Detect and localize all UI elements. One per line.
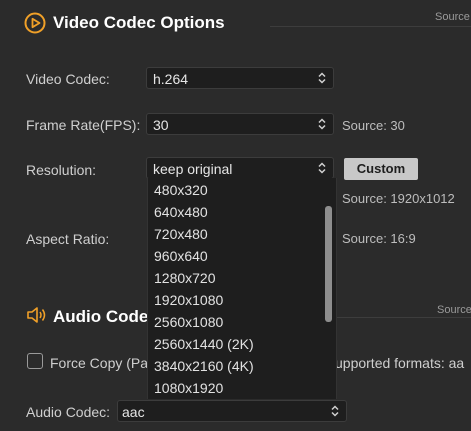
resolution-value: keep original: [153, 161, 233, 177]
frame-rate-source: Source: 30: [342, 118, 405, 133]
play-circle-icon: [24, 12, 46, 34]
resolution-option[interactable]: 2560x1440 (2K): [154, 336, 254, 352]
frame-rate-select[interactable]: 30: [146, 113, 334, 135]
frame-rate-value: 30: [153, 117, 169, 133]
resolution-label: Resolution:: [26, 162, 97, 178]
frame-rate-label: Frame Rate(FPS):: [26, 117, 141, 133]
audio-codec-value: aac: [122, 404, 145, 420]
updown-chevron-icon: [331, 405, 339, 417]
force-copy-label: Force Copy (Pa: [50, 355, 149, 371]
audio-codec-select[interactable]: aac: [117, 400, 347, 422]
video-source-tag: Source: [435, 11, 470, 23]
aspect-ratio-source: Source: 16:9: [342, 231, 416, 246]
dropdown-scrollbar[interactable]: [325, 206, 332, 322]
resolution-option[interactable]: 1080x1920: [154, 380, 223, 396]
audio-section-divider: [337, 317, 471, 318]
updown-chevron-icon: [318, 72, 326, 84]
speaker-icon: [27, 307, 46, 323]
updown-chevron-icon: [318, 162, 326, 174]
resolution-option[interactable]: 640x480: [154, 204, 208, 220]
resolution-option[interactable]: 720x480: [154, 226, 208, 242]
video-section-title: Video Codec Options: [53, 13, 225, 32]
resolution-option[interactable]: 1280x720: [154, 270, 216, 286]
audio-source-tag: Source: [437, 304, 471, 316]
updown-chevron-icon: [318, 118, 326, 130]
audio-section-title: Audio Codec: [53, 307, 158, 326]
custom-button[interactable]: Custom: [344, 158, 418, 180]
video-codec-value: h.264: [153, 71, 189, 87]
force-copy-checkbox[interactable]: [27, 353, 43, 369]
video-section-divider: [270, 26, 471, 27]
resolution-option[interactable]: 480x320: [154, 182, 208, 198]
resolution-option[interactable]: 960x640: [154, 248, 208, 264]
audio-codec-label: Audio Codec:: [26, 404, 111, 420]
resolution-dropdown-list[interactable]: 480x320 640x480 720x480 960x640 1280x720…: [147, 178, 337, 399]
resolution-option[interactable]: 3840x2160 (4K): [154, 358, 254, 374]
aspect-ratio-label: Aspect Ratio:: [26, 231, 110, 247]
resolution-option[interactable]: 2560x1080: [154, 314, 223, 330]
resolution-option[interactable]: 1920x1080: [154, 292, 223, 308]
video-codec-label: Video Codec:: [26, 71, 110, 87]
resolution-source: Source: 1920x1012: [342, 191, 455, 206]
video-codec-select[interactable]: h.264: [146, 67, 334, 89]
resolution-select[interactable]: keep original: [146, 157, 334, 179]
supported-formats-text: upported formats: aa: [335, 355, 465, 371]
